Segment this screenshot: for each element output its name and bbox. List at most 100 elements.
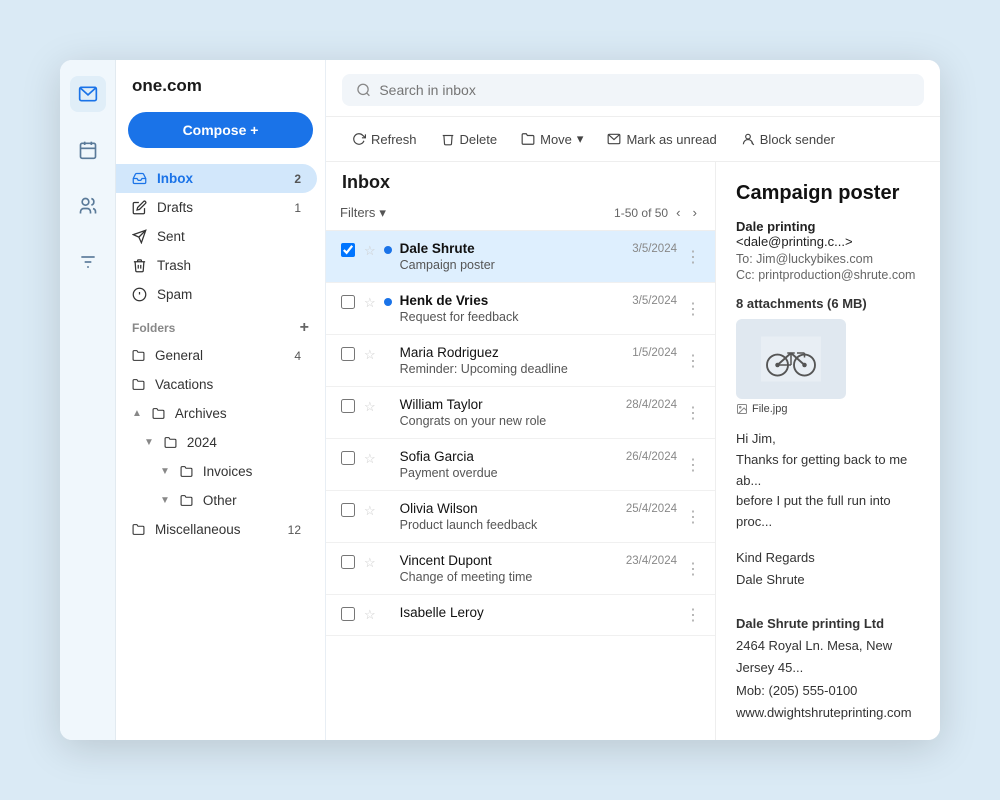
email-content: Olivia Wilson Product launch feedback <box>400 501 618 532</box>
sidebar-item-archives[interactable]: ▲ Archives <box>116 399 317 428</box>
block-sender-button[interactable]: Block sender <box>731 126 845 153</box>
email-row[interactable]: ☆ Olivia Wilson Product launch feedback … <box>326 491 715 543</box>
folder-misc-icon <box>132 523 145 536</box>
collapse-2024-icon: ▼ <box>144 437 154 448</box>
inbox-label: Inbox <box>157 171 193 186</box>
filters-button[interactable]: Filters ▾ <box>340 205 386 221</box>
spam-icon <box>132 287 147 302</box>
other-label: Other <box>203 493 237 508</box>
email-row[interactable]: ☆ Henk de Vries Request for feedback 3/5… <box>326 283 715 335</box>
star-icon[interactable]: ☆ <box>364 503 376 519</box>
email-subject: Payment overdue <box>400 466 618 480</box>
block-icon <box>741 132 755 146</box>
email-subject: Request for feedback <box>400 310 625 324</box>
email-content: Sofia Garcia Payment overdue <box>400 449 618 480</box>
email-row[interactable]: ☆ Isabelle Leroy ⋮ <box>326 595 715 636</box>
sidebar-item-general[interactable]: General 4 <box>116 341 317 370</box>
search-box[interactable] <box>342 74 924 106</box>
star-icon[interactable]: ☆ <box>364 399 376 415</box>
contacts-icon[interactable] <box>70 188 106 224</box>
star-icon[interactable]: ☆ <box>364 607 376 623</box>
star-icon[interactable]: ☆ <box>364 347 376 363</box>
mail-icon[interactable] <box>70 76 106 112</box>
email-checkbox[interactable] <box>340 243 356 257</box>
sidebar-item-trash[interactable]: Trash <box>116 251 317 280</box>
star-icon[interactable]: ☆ <box>364 451 376 467</box>
search-input[interactable] <box>379 82 910 98</box>
trash-label: Trash <box>157 258 191 273</box>
email-more-button[interactable]: ⋮ <box>685 247 701 267</box>
sender-name: Vincent Dupont <box>400 553 618 568</box>
sidebar-item-inbox[interactable]: Inbox 2 <box>116 164 317 193</box>
email-checkbox[interactable] <box>340 295 356 309</box>
next-page-button[interactable]: › <box>689 203 701 222</box>
sidebar-item-invoices[interactable]: ▼ Invoices <box>116 457 317 486</box>
pagination-controls: 1-50 of 50 ‹ › <box>614 203 701 222</box>
sidebar-item-miscellaneous[interactable]: Miscellaneous 12 <box>116 515 317 544</box>
email-checkbox[interactable] <box>340 503 356 517</box>
star-icon[interactable]: ☆ <box>364 243 376 259</box>
calendar-icon[interactable] <box>70 132 106 168</box>
email-checkbox[interactable] <box>340 347 356 361</box>
email-checkbox[interactable] <box>340 607 356 621</box>
collapse-archives-icon: ▲ <box>132 408 142 419</box>
email-date: 25/4/2024 <box>626 503 677 515</box>
drafts-badge: 1 <box>294 201 301 215</box>
sidebar-item-vacations[interactable]: Vacations <box>116 370 317 399</box>
email-subject: Campaign poster <box>400 258 625 272</box>
email-body: Hi Jim, Thanks for getting back to me ab… <box>736 429 920 533</box>
email-more-button[interactable]: ⋮ <box>685 299 701 319</box>
from-email: <dale@printing.c...> <box>736 234 853 249</box>
topbar <box>326 60 940 117</box>
filter-icon[interactable] <box>70 244 106 280</box>
email-more-button[interactable]: ⋮ <box>685 559 701 579</box>
sidebar-item-drafts[interactable]: Drafts 1 <box>116 193 317 222</box>
sender-name: Isabelle Leroy <box>400 605 669 620</box>
sidebar-item-2024[interactable]: ▼ 2024 <box>116 428 317 457</box>
add-folder-button[interactable]: + <box>300 319 309 337</box>
email-row[interactable]: ☆ Sofia Garcia Payment overdue 26/4/2024… <box>326 439 715 491</box>
sidebar-item-sent[interactable]: Sent <box>116 222 317 251</box>
prev-page-button[interactable]: ‹ <box>672 203 684 222</box>
collapse-other-icon: ▼ <box>160 495 170 506</box>
sender-name: William Taylor <box>400 397 618 412</box>
delete-button[interactable]: Delete <box>431 126 508 153</box>
move-button[interactable]: Move ▾ <box>511 125 593 153</box>
email-row[interactable]: ☆ Vincent Dupont Change of meeting time … <box>326 543 715 595</box>
email-more-button[interactable]: ⋮ <box>685 507 701 527</box>
email-more-button[interactable]: ⋮ <box>685 351 701 371</box>
main-panel: Refresh Delete Move ▾ Mark as unread Blo… <box>326 60 940 740</box>
sender-name: Sofia Garcia <box>400 449 618 464</box>
spam-label: Spam <box>157 287 192 302</box>
read-dot <box>384 345 392 353</box>
email-row[interactable]: ☆ William Taylor Congrats on your new ro… <box>326 387 715 439</box>
email-row[interactable]: ☆ Dale Shrute Campaign poster 3/5/2024 ⋮ <box>326 231 715 283</box>
folder-vacations-icon <box>132 378 145 391</box>
read-dot <box>384 553 392 561</box>
sidebar-item-spam[interactable]: Spam <box>116 280 317 309</box>
email-more-button[interactable]: ⋮ <box>685 403 701 423</box>
email-subject: Product launch feedback <box>400 518 618 532</box>
from-name: Dale printing <box>736 219 815 234</box>
miscellaneous-label: Miscellaneous <box>155 522 241 537</box>
move-icon <box>521 132 535 146</box>
search-icon <box>356 82 371 98</box>
email-date: 28/4/2024 <box>626 399 677 411</box>
email-more-button[interactable]: ⋮ <box>685 605 701 625</box>
detail-from: Dale printing <dale@printing.c...> <box>736 219 920 249</box>
star-icon[interactable]: ☆ <box>364 555 376 571</box>
email-row[interactable]: ☆ Maria Rodriguez Reminder: Upcoming dea… <box>326 335 715 387</box>
email-more-button[interactable]: ⋮ <box>685 455 701 475</box>
sidebar-item-other[interactable]: ▼ Other <box>116 486 317 515</box>
filters-label: Filters <box>340 205 375 220</box>
detail-title: Campaign poster <box>736 182 920 205</box>
compose-button[interactable]: Compose + <box>128 112 313 148</box>
star-icon[interactable]: ☆ <box>364 295 376 311</box>
email-checkbox[interactable] <box>340 451 356 465</box>
email-checkbox[interactable] <box>340 399 356 413</box>
refresh-button[interactable]: Refresh <box>342 126 427 153</box>
toolbar: Refresh Delete Move ▾ Mark as unread Blo… <box>326 117 940 162</box>
mark-unread-button[interactable]: Mark as unread <box>597 126 726 153</box>
email-checkbox[interactable] <box>340 555 356 569</box>
attachment-filename: File.jpg <box>736 403 920 415</box>
